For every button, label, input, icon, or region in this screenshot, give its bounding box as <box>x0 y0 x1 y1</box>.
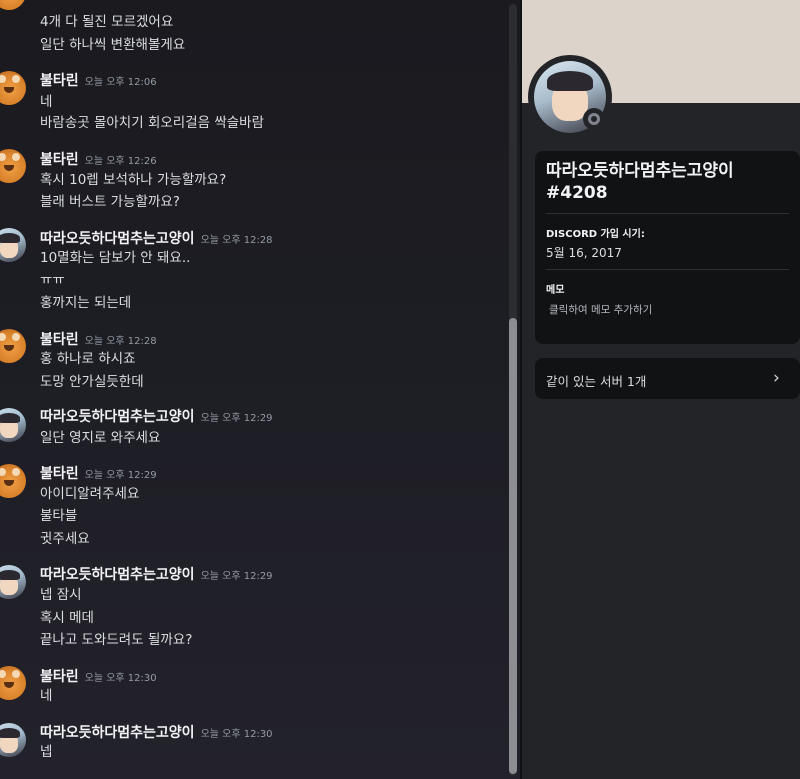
scrollbar-thumb[interactable] <box>509 318 517 774</box>
timestamp: 오늘 오후 12:28 <box>200 235 273 246</box>
message-header: 따라오듯하다멈추는고양이 오늘 오후 12:28 <box>40 228 273 248</box>
message-line: 홍까지는 되는데 <box>40 295 132 311</box>
message-line: 끝나고 도와드려도 될까요? <box>40 632 193 648</box>
message-header: 불타린 오늘 오후 12:26 <box>40 149 157 169</box>
message-line: 혹시 메데 <box>40 610 94 626</box>
message-header: 따라오듯하다멈추는고양이 오늘 오후 12:29 <box>40 406 273 426</box>
chevron-right-icon: › <box>773 368 780 388</box>
avatar[interactable] <box>0 408 26 442</box>
message-header: 불타린 오늘 오후 12:30 <box>40 666 157 686</box>
timestamp: 오늘 오후 12:30 <box>200 729 273 740</box>
author-name[interactable]: 불타린 <box>40 73 79 89</box>
message-line: 일단 하나씩 변환해볼게요 <box>40 37 186 53</box>
avatar[interactable] <box>0 71 26 105</box>
join-date-title: DISCORD 가입 시기: <box>546 229 645 240</box>
author-name[interactable]: 따라오듯하다멈추는고양이 <box>40 567 195 583</box>
message-line: ㅠㅠ <box>40 272 65 288</box>
message-line: 넵 잠시 <box>40 587 82 603</box>
author-name[interactable]: 불타린 <box>40 466 79 482</box>
message-header: 불타린 오늘 오후 12:29 <box>40 463 157 483</box>
message-line: 아이디알려주세요 <box>40 486 140 502</box>
message-line: 넵 <box>40 744 53 760</box>
user-profile-panel: 따라오듯하다멈추는고양이 #4208 DISCORD 가입 시기: 5월 16,… <box>522 0 800 779</box>
message-line: 귓주세요 <box>40 531 90 547</box>
avatar[interactable] <box>0 228 26 262</box>
message-line: 홍 하나로 하시죠 <box>40 351 136 367</box>
avatar[interactable] <box>0 666 26 700</box>
message-header: 따라오듯하다멈추는고양이 오늘 오후 12:30 <box>40 722 273 742</box>
message-line: 10멸화는 담보가 안 돼요.. <box>40 250 191 266</box>
avatar[interactable] <box>0 329 26 363</box>
timestamp: 오늘 오후 12:28 <box>84 336 157 347</box>
author-name[interactable]: 따라오듯하다멈추는고양이 <box>40 409 195 425</box>
message-line: 혹시 10렙 보석하나 가능할까요? <box>40 172 227 188</box>
chat-area: 4개 다 될진 모르겠어요 일단 하나씩 변환해볼게요 불타린오늘 오후 12:… <box>0 0 520 779</box>
offline-status-icon <box>583 108 605 130</box>
divider <box>546 213 789 214</box>
message-line: 도망 안가실듯한데 <box>40 374 144 390</box>
author-name[interactable]: 불타린 <box>40 669 79 685</box>
message-header: 불타린 오늘 오후 12:06 <box>40 70 157 90</box>
author-name[interactable]: 따라오듯하다멈추는고양이 <box>40 231 195 247</box>
user-tag: #4208 <box>546 183 608 203</box>
divider <box>546 269 789 270</box>
avatar[interactable] <box>0 464 26 498</box>
display-name: 따라오듯하다멈추는고양이 #4208 <box>546 160 786 204</box>
timestamp: 오늘 오후 12:06 <box>84 77 157 88</box>
timestamp: 오늘 오후 12:29 <box>200 413 273 424</box>
username: 따라오듯하다멈추는고양이 <box>546 161 734 181</box>
message-line: 바람송곳 몰아치기 회오리걸음 싹슬바람 <box>40 115 265 131</box>
message-line: 네 <box>40 688 53 704</box>
timestamp: 오늘 오후 12:30 <box>84 673 157 684</box>
author-name[interactable]: 불타린 <box>40 152 79 168</box>
message-header: 따라오듯하다멈추는고양이 오늘 오후 12:29 <box>40 564 273 584</box>
message-header: 불타린 오늘 오후 12:28 <box>40 329 157 349</box>
author-name[interactable]: 불타린 <box>40 332 79 348</box>
message-line: 불타블 <box>40 508 78 524</box>
note-title: 메모 <box>546 285 565 296</box>
author-name[interactable]: 따라오듯하다멈추는고양이 <box>40 725 195 741</box>
avatar[interactable] <box>0 0 26 10</box>
note-input[interactable]: 클릭하여 메모 추가하기 <box>549 302 652 317</box>
message-line: 블래 버스트 가능할까요? <box>40 194 180 210</box>
avatar[interactable] <box>0 723 26 757</box>
message-line: 4개 다 될진 모르겠어요 <box>40 14 174 30</box>
timestamp: 오늘 오후 12:29 <box>200 571 273 582</box>
avatar[interactable] <box>0 565 26 599</box>
mutual-servers-button[interactable]: 같이 있는 서버 1개 › <box>535 358 800 399</box>
mutual-servers-label: 같이 있는 서버 1개 <box>546 374 647 389</box>
profile-info-card: 따라오듯하다멈추는고양이 #4208 DISCORD 가입 시기: 5월 16,… <box>535 151 800 344</box>
join-date: 5월 16, 2017 <box>546 246 622 260</box>
message-line: 네 <box>40 94 53 110</box>
avatar[interactable] <box>0 149 26 183</box>
message-line: 일단 영지로 와주세요 <box>40 430 161 446</box>
timestamp: 오늘 오후 12:29 <box>84 470 157 481</box>
timestamp: 오늘 오후 12:26 <box>84 156 157 167</box>
